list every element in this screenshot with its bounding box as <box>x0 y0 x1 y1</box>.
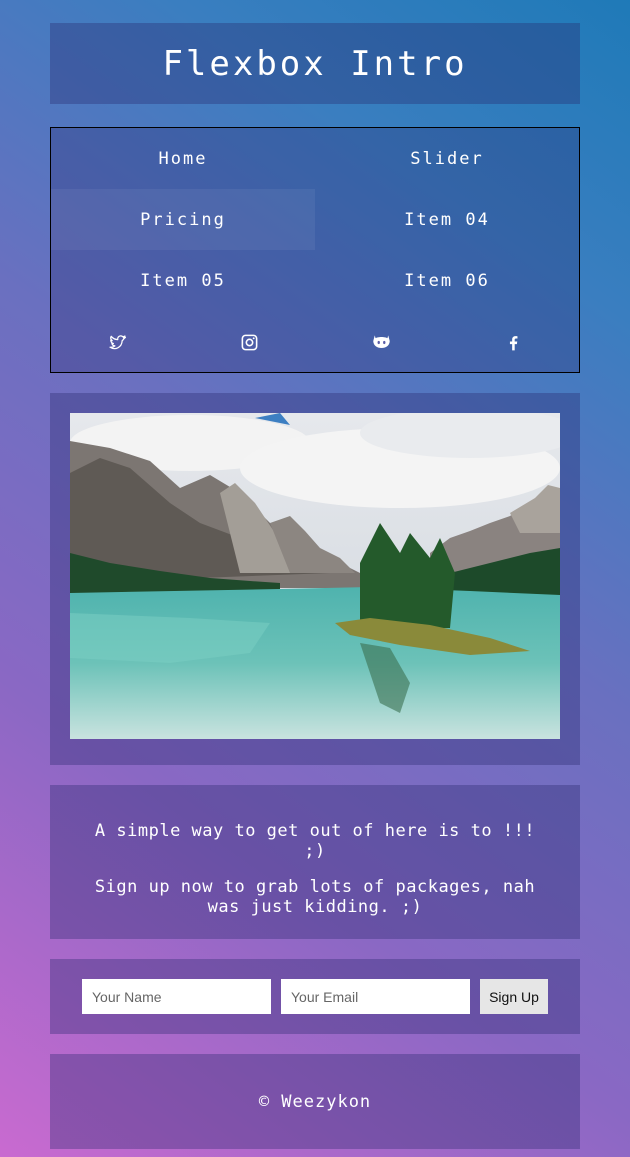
nav-item-home[interactable]: Home <box>51 128 315 189</box>
email-field[interactable] <box>281 979 470 1014</box>
sign-up-button[interactable]: Sign Up <box>480 979 548 1014</box>
name-field[interactable] <box>82 979 271 1014</box>
nav-grid: Home Slider Pricing Item 04 Item 05 Item… <box>51 128 579 311</box>
nav-item-slider[interactable]: Slider <box>315 128 579 189</box>
nav-item-item-06[interactable]: Item 06 <box>315 250 579 311</box>
github-icon[interactable] <box>315 333 447 352</box>
landscape-photo <box>70 413 560 739</box>
message-panel: A simple way to get out of here is to !!… <box>50 785 580 939</box>
page-footer: © Weezykon <box>50 1054 580 1149</box>
nav-item-item-05[interactable]: Item 05 <box>51 250 315 311</box>
message-line-1: A simple way to get out of here is to !!… <box>94 821 536 861</box>
nav-item-pricing[interactable]: Pricing <box>51 189 315 250</box>
landscape-photo-panel <box>50 393 580 765</box>
message-line-2: Sign up now to grab lots of packages, na… <box>94 877 536 917</box>
main-nav: Home Slider Pricing Item 04 Item 05 Item… <box>50 127 580 373</box>
facebook-icon[interactable] <box>447 333 579 352</box>
instagram-icon[interactable] <box>183 333 315 352</box>
nav-item-item-04[interactable]: Item 04 <box>315 189 579 250</box>
signup-form: Sign Up <box>50 959 580 1034</box>
copyright-text: © Weezykon <box>258 1091 372 1112</box>
twitter-icon[interactable] <box>51 333 183 352</box>
page-title: Flexbox Intro <box>162 43 468 84</box>
page-header: Flexbox Intro <box>50 23 580 104</box>
social-links <box>51 311 579 373</box>
